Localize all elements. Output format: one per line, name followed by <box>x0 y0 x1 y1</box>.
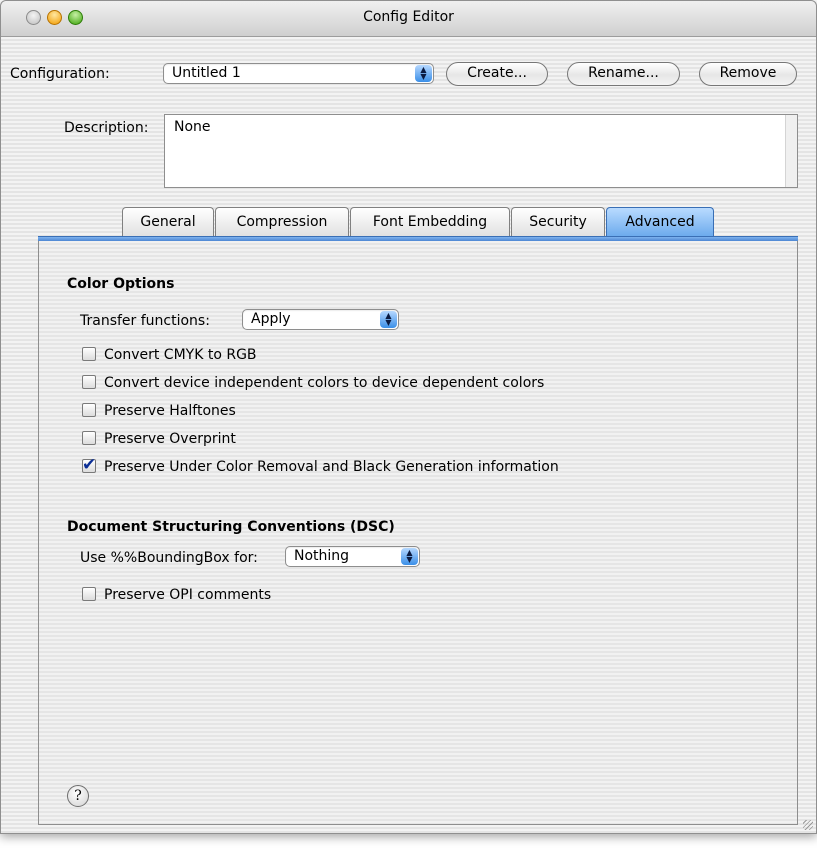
configuration-popup[interactable]: Untitled 1 ▲ ▼ <box>163 63 434 84</box>
transfer-functions-label: Transfer functions: <box>80 313 210 329</box>
bounding-box-popup[interactable]: Nothing ▲ ▼ <box>285 546 420 567</box>
bounding-box-label: Use %%BoundingBox for: <box>80 550 258 566</box>
popup-arrows-icon: ▲ ▼ <box>401 548 418 565</box>
tab-compression[interactable]: Compression <box>215 207 349 237</box>
title-bar[interactable]: Config Editor <box>1 1 816 37</box>
advanced-panel: Color Options Transfer functions: Apply … <box>38 241 798 825</box>
description-value: None <box>174 119 211 135</box>
tab-advanced[interactable]: Advanced <box>606 207 714 237</box>
bounding-box-value: Nothing <box>294 548 350 564</box>
transfer-functions-value: Apply <box>251 311 291 327</box>
description-label: Description: <box>64 120 149 136</box>
checkmark-icon: ✔ <box>82 455 97 475</box>
transfer-functions-popup[interactable]: Apply ▲ ▼ <box>242 309 399 330</box>
preserve-ucr-bg-checkbox[interactable]: ✔ <box>82 455 96 475</box>
popup-arrows-icon: ▲ ▼ <box>380 311 397 328</box>
remove-button[interactable]: Remove <box>699 62 797 86</box>
tab-security[interactable]: Security <box>511 207 605 237</box>
convert-cmyk-checkbox[interactable] <box>82 347 96 361</box>
convert-device-colors-checkbox[interactable] <box>82 375 96 389</box>
help-button[interactable]: ? <box>67 785 89 807</box>
config-editor-window: Config Editor Configuration: Untitled 1 … <box>0 0 817 834</box>
tab-font-embedding[interactable]: Font Embedding <box>350 207 510 237</box>
description-field[interactable]: None <box>164 114 798 188</box>
preserve-opi-checkbox[interactable] <box>82 587 96 601</box>
checkbox-label: Preserve Halftones <box>104 403 236 419</box>
resize-grip-icon[interactable] <box>803 820 813 830</box>
dsc-heading: Document Structuring Conventions (DSC) <box>67 519 395 535</box>
description-scrollbar[interactable] <box>785 115 797 187</box>
window-title: Config Editor <box>363 9 454 25</box>
checkbox-label: Convert CMYK to RGB <box>104 347 257 363</box>
checkbox-label: Preserve OPI comments <box>104 587 272 603</box>
checkbox-label: Preserve Under Color Removal and Black G… <box>104 459 559 475</box>
configuration-value: Untitled 1 <box>172 65 241 81</box>
rename-button[interactable]: Rename... <box>567 62 680 86</box>
tab-general[interactable]: General <box>122 207 214 237</box>
configuration-label: Configuration: <box>10 66 110 82</box>
create-button[interactable]: Create... <box>446 62 548 86</box>
checkbox-label: Preserve Overprint <box>104 431 236 447</box>
preserve-overprint-checkbox[interactable] <box>82 431 96 445</box>
preserve-halftones-checkbox[interactable] <box>82 403 96 417</box>
popup-arrows-icon: ▲ ▼ <box>415 65 432 82</box>
color-options-heading: Color Options <box>67 276 175 292</box>
checkbox-label: Convert device independent colors to dev… <box>104 375 545 391</box>
